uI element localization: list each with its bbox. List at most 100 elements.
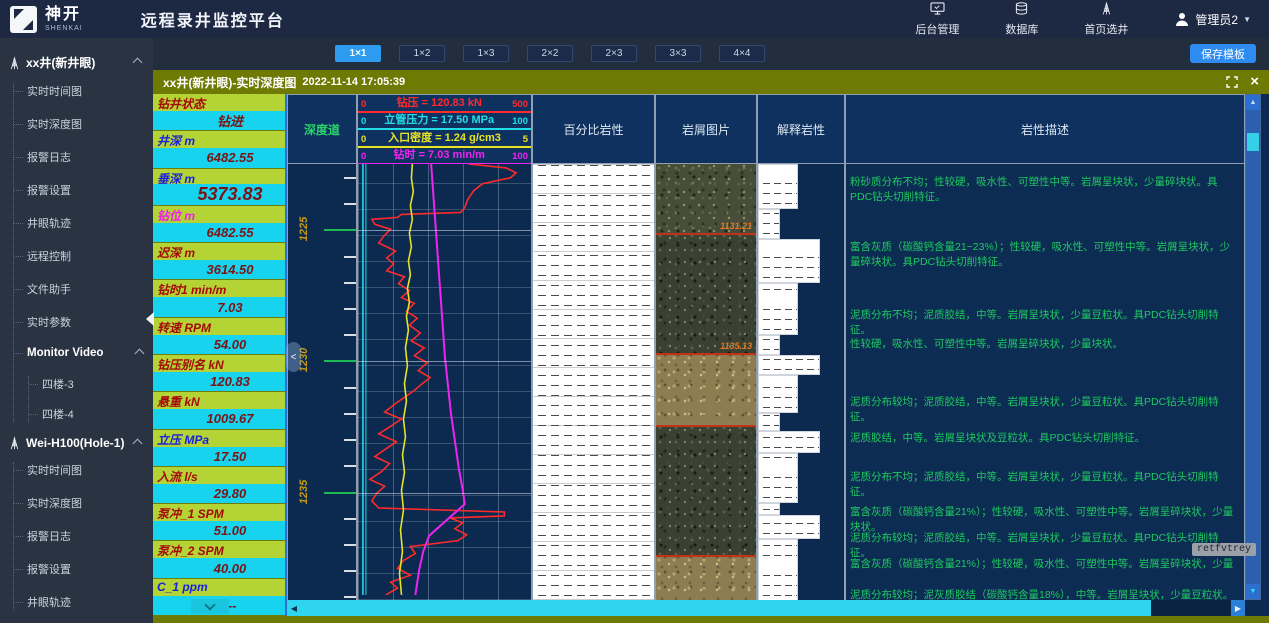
sidebar-item-label: 实时深度图 [27, 116, 82, 132]
sidebar-item-label: 报警设置 [27, 561, 71, 577]
vertical-scrollbar[interactable]: ▲ ▼ [1245, 94, 1261, 600]
param-value: 40.00 [153, 558, 285, 577]
interp-lithology-segment-5 [758, 355, 820, 375]
lithology-description-item-4: 泥质分布较均；泥质胶结，中等。岩屑呈块状，少量豆粒状。具PDC钻头切削特征。 [850, 395, 1236, 425]
panel-collapse-handle[interactable]: < [286, 342, 301, 372]
depth-tick-label: 1225 [298, 209, 310, 249]
photo-depth-line: 1135.13 [656, 353, 756, 355]
depth-minor-tick [344, 596, 357, 598]
group-children-0-0: 四楼-3 四楼-4 [28, 376, 153, 422]
lithology-description-item-2: 泥质分布不均；泥质胶结，中等。岩屑呈块状，少量豆粒状。具PDC钻头切削特征。 [850, 308, 1236, 338]
sidebar-item-label: 报警日志 [27, 149, 71, 165]
param-row-7: 钻压别名 kN120.83 [153, 355, 285, 392]
sidebar-item-1-3[interactable]: 报警设置 [14, 561, 153, 577]
derrick-icon [1099, 2, 1114, 20]
collapse-caret-icon[interactable] [133, 58, 143, 68]
well-children-1: 实时时间图实时深度图报警日志报警设置井眼轨迹 [13, 462, 153, 610]
photo-depth-line [656, 555, 756, 557]
param-value: 7.03 [153, 297, 285, 316]
param-value: 6482.55 [153, 223, 285, 242]
lithology-description-item-10: 泥质分布较均；泥灰质胶结（碳酸钙含量18%），中等。岩屑呈块状，少量豆粒状。具P… [850, 588, 1236, 600]
sidebar-item-label: 实时时间图 [27, 462, 82, 478]
parameter-panel: 钻井状态钻进井深 m6482.55垂深 m5373.83钻位 m6482.55迟… [153, 94, 287, 616]
depth-track-header: 深度道 [287, 94, 357, 164]
curve-legend-2: 0入口密度 = 1.24 g/cm35 [358, 130, 531, 148]
app-logo: 神开 SHENKAI [0, 6, 83, 33]
curve-plot-area[interactable] [357, 164, 532, 600]
sidebar-item-0-2[interactable]: 报警日志 [14, 149, 153, 165]
top-nav-label: 首页选井 [1084, 21, 1128, 37]
sidebar-video-item-0[interactable]: 四楼-3 [29, 376, 153, 392]
top-nav-item-2[interactable]: 首页选井 [1084, 2, 1128, 37]
well-node-1[interactable]: Wei-H100(Hole-1) [8, 436, 147, 450]
horizontal-scroll-thumb[interactable] [301, 600, 1151, 616]
grid-layout-button-4x4[interactable]: 4×4 [719, 45, 765, 62]
interp-lithology-segment-2 [758, 239, 820, 283]
depth-major-tick [324, 492, 357, 494]
collapse-caret-icon[interactable] [133, 438, 143, 448]
param-row-4: 迟深 m3614.50 [153, 243, 285, 280]
grid-layout-button-2x2[interactable]: 2×2 [527, 45, 573, 62]
sidebar-item-0-6[interactable]: 文件助手 [14, 281, 153, 297]
param-value: 51.00 [153, 521, 285, 540]
grid-layout-button-3x3[interactable]: 3×3 [655, 45, 701, 62]
depth-tick-label: 1235 [298, 472, 310, 512]
param-value: 120.83 [153, 372, 285, 391]
top-nav: 后台管理 数据库首页选井 管理员2 ▼ [915, 2, 1269, 37]
sidebar-item-1-2[interactable]: 报警日志 [14, 528, 153, 544]
curve-legend-0: 0钻压 = 120.83 kN500 [358, 95, 531, 113]
sidebar-item-label: 实时参数 [27, 314, 71, 330]
sidebar-item-1-0[interactable]: 实时时间图 [14, 462, 153, 478]
sidebar-item-1-4[interactable]: 井眼轨迹 [14, 594, 153, 610]
interpreted-lithology-track [757, 164, 845, 600]
sidebar-collapse-arrow-icon[interactable] [146, 312, 154, 326]
sidebar-item-0-1[interactable]: 实时深度图 [14, 116, 153, 132]
interp-lithology-segment-9 [758, 453, 798, 503]
save-template-button[interactable]: 保存模板 [1190, 44, 1256, 63]
horizontal-scrollbar[interactable]: ◀ ▶ [287, 600, 1245, 616]
interp-lithology-segment-1 [758, 209, 780, 239]
sidebar-item-label: 井眼轨迹 [27, 594, 71, 610]
sidebar-item-label: 实时时间图 [27, 83, 82, 99]
lithology-description-item-9: 富含灰质（碳酸钙含量21%）；性较硬，吸水性、可塑性中等。岩屑呈碎块状，少量 [850, 557, 1236, 572]
param-row-8: 悬重 kN1009.67 [153, 392, 285, 429]
derrick-icon [8, 56, 21, 70]
scroll-left-icon[interactable]: ◀ [287, 600, 301, 616]
sidebar-item-0-7[interactable]: 实时参数 [14, 314, 153, 330]
param-dropdown-button[interactable] [191, 599, 229, 614]
top-nav-item-0[interactable]: 后台管理 [915, 2, 959, 37]
param-row-11: 泵冲_1 SPM51.00 [153, 504, 285, 541]
depth-minor-tick [344, 439, 357, 441]
sidebar-item-0-0[interactable]: 实时时间图 [14, 83, 153, 99]
sidebar-item-0-4[interactable]: 井眼轨迹 [14, 215, 153, 231]
grid-layout-button-1x1[interactable]: 1×1 [335, 45, 381, 62]
curve-max: 5 [523, 134, 528, 145]
user-menu[interactable]: 管理员2 ▼ [1174, 11, 1251, 28]
vertical-scroll-thumb[interactable] [1247, 133, 1259, 151]
close-icon[interactable]: × [1250, 76, 1259, 88]
top-nav-item-1[interactable]: 数据库 [1005, 2, 1038, 37]
sidebar-item-0-3[interactable]: 报警设置 [14, 182, 153, 198]
sidebar-item-0-5[interactable]: 远程控制 [14, 248, 153, 264]
scroll-up-icon[interactable]: ▲ [1246, 95, 1260, 110]
chevron-down-icon [204, 599, 215, 610]
maximize-icon[interactable] [1226, 76, 1238, 88]
scroll-right-icon[interactable]: ▶ [1231, 600, 1245, 616]
param-value: 17.50 [153, 447, 285, 466]
sidebar-group-0-0[interactable]: Monitor Video [14, 347, 153, 359]
depth-minor-tick [344, 413, 357, 415]
depth-minor-tick [344, 518, 357, 520]
grid-layout-button-2x3[interactable]: 2×3 [591, 45, 637, 62]
sidebar-item-label: 四楼-4 [42, 406, 74, 422]
depth-minor-tick [344, 177, 357, 179]
grid-layout-button-1x2[interactable]: 1×2 [399, 45, 445, 62]
scroll-down-icon[interactable]: ▼ [1246, 584, 1260, 599]
well-tree-sidebar: xx井(新井眼)实时时间图实时深度图报警日志报警设置井眼轨迹远程控制文件助手实时… [0, 38, 153, 623]
sidebar-video-item-1[interactable]: 四楼-4 [29, 406, 153, 422]
sidebar-item-1-1[interactable]: 实时深度图 [14, 495, 153, 511]
collapse-caret-icon[interactable] [135, 348, 145, 358]
well-node-0[interactable]: xx井(新井眼) [8, 54, 147, 71]
grid-layout-button-1x3[interactable]: 1×3 [463, 45, 509, 62]
param-label: 悬重 kN [153, 392, 285, 409]
photo-depth-label: 1135.13 [720, 341, 752, 351]
